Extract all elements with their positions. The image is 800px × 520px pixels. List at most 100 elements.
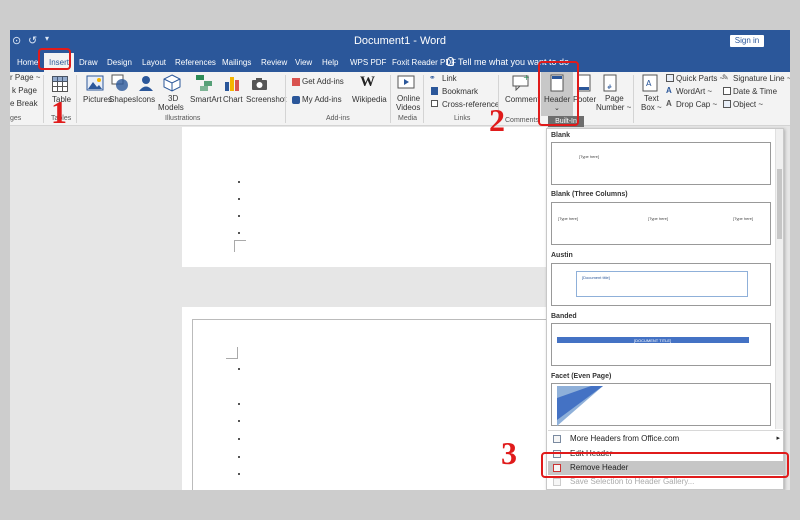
- gallery-item-facet-even-page[interactable]: [551, 383, 771, 426]
- chart-label: Chart: [223, 95, 243, 104]
- thumb-placeholder: [Type here]: [733, 216, 754, 221]
- store-icon: [292, 78, 300, 86]
- header-boundary: [192, 319, 547, 490]
- page-label-line1: Page: [605, 94, 624, 103]
- text-box-icon: A: [642, 74, 658, 92]
- page-label-line2: Number ~: [596, 103, 632, 112]
- cube-icon: [163, 74, 181, 92]
- page-2[interactable]: [182, 307, 547, 490]
- paragraph-mark: [238, 456, 240, 458]
- footer-page-icon: [577, 74, 591, 92]
- table-icon: [52, 76, 68, 92]
- pictures-icon: [86, 75, 104, 91]
- svg-text:+: +: [523, 73, 530, 82]
- gallery-item-title: Facet (Even Page): [551, 373, 612, 380]
- screenshot-label: Screenshot: [246, 95, 287, 104]
- bookmark-label: Bookmark: [442, 87, 479, 96]
- gallery-item-blank[interactable]: [Type here]: [551, 142, 771, 185]
- cover-page-button[interactable]: r Page ~: [10, 73, 40, 82]
- tab-references[interactable]: References: [175, 53, 216, 72]
- blank-page-button[interactable]: k Page: [12, 86, 37, 95]
- office-web-icon: [553, 435, 561, 443]
- margin-corner: [234, 240, 246, 252]
- 3d-models-label-line2: Models: [158, 103, 184, 112]
- my-addins-label: My Add-ins: [302, 95, 342, 104]
- gallery-item-austin[interactable]: [Document title]: [551, 263, 771, 306]
- tab-mailings[interactable]: Mailings: [222, 53, 251, 72]
- signature-icon: ✎: [722, 73, 729, 82]
- group-separator: [423, 75, 424, 123]
- gallery-scrollbar[interactable]: [775, 129, 783, 429]
- online-label: Online: [397, 94, 421, 103]
- tab-draw[interactable]: Draw: [79, 53, 98, 72]
- paragraph-mark: [238, 473, 240, 475]
- save-selection-icon: [553, 478, 561, 486]
- signature-line-label: Signature Line ~: [733, 74, 790, 83]
- page-break-button[interactable]: e Break: [10, 99, 38, 108]
- pages-group-label: ges: [10, 115, 22, 122]
- chart-icon: [225, 77, 239, 91]
- videos-label: Videos: [396, 103, 421, 112]
- paragraph-mark: [238, 420, 240, 422]
- tab-home[interactable]: Home: [17, 53, 38, 72]
- page-1[interactable]: [182, 127, 547, 267]
- illustrations-group-label: Illustrations: [165, 115, 201, 122]
- tab-view[interactable]: View: [295, 53, 312, 72]
- gallery-item-title: Blank: [551, 132, 571, 139]
- tab-design[interactable]: Design: [107, 53, 132, 72]
- tab-layout[interactable]: Layout: [142, 53, 166, 72]
- drop-cap-icon: A: [666, 99, 672, 108]
- scrollbar-thumb[interactable]: [777, 169, 782, 239]
- date-time-label: Date & Time: [733, 87, 778, 96]
- ribbon-tab-bar: Home Insert Draw Design Layout Reference…: [10, 53, 790, 72]
- wordart-icon: A: [666, 86, 672, 95]
- title-bar: ⊙ ↺ ▾ Document1 - Word Sign in: [10, 30, 790, 53]
- text-box-label-line2: Box ~: [641, 103, 662, 112]
- more-headers-menu-item[interactable]: More Headers from Office.com ▸: [548, 432, 784, 446]
- annotation-step-1: 1: [51, 94, 67, 130]
- media-group-label: Media: [398, 115, 418, 122]
- gallery-item-blank-three-columns[interactable]: [Type here] [Type here] [Type here]: [551, 202, 771, 245]
- tab-review[interactable]: Review: [261, 53, 287, 72]
- sign-in-button[interactable]: Sign in: [730, 35, 764, 47]
- wikipedia-label: Wikipedia: [352, 95, 387, 104]
- link-label: Link: [442, 74, 457, 83]
- menu-divider: [548, 430, 784, 431]
- tab-help[interactable]: Help: [322, 53, 338, 72]
- thumb-placeholder: [Type here]: [648, 216, 669, 221]
- facet-shape: [557, 386, 603, 426]
- group-separator: [633, 75, 634, 123]
- group-separator: [76, 75, 77, 123]
- thumb-placeholder: [Type here]: [558, 216, 579, 221]
- video-icon: [397, 75, 415, 89]
- drop-cap-label: Drop Cap ~: [676, 100, 718, 109]
- document-title: Document1 - Word: [353, 35, 447, 47]
- camera-icon: [252, 78, 267, 90]
- comments-group-label: Comments: [505, 117, 539, 124]
- gallery-item-banded[interactable]: [DOCUMENT TITLE]: [551, 323, 771, 366]
- annotation-box-remove-header: [541, 452, 789, 478]
- wikipedia-icon: W: [360, 74, 375, 90]
- object-label: Object ~: [733, 100, 764, 109]
- calendar-icon: [723, 87, 731, 95]
- shapes-icon: [111, 74, 128, 91]
- tab-wps-pdf[interactable]: WPS PDF: [350, 53, 386, 72]
- wordart-label: WordArt ~: [676, 87, 713, 96]
- icons-icon: [139, 76, 153, 91]
- get-addins-label: Get Add-ins: [302, 77, 344, 86]
- quick-parts-icon: [666, 74, 674, 82]
- paragraph-mark: [238, 215, 240, 217]
- gallery-item-title: Banded: [551, 313, 577, 320]
- word-window: ⊙ ↺ ▾ Document1 - Word Sign in Home Inse…: [10, 30, 790, 490]
- links-group-label: Links: [454, 115, 471, 122]
- smartart-label: SmartArt: [190, 95, 222, 104]
- comment-icon: +: [512, 73, 530, 91]
- thumb-placeholder: [Document title]: [582, 275, 610, 280]
- svg-text:A: A: [646, 79, 652, 88]
- shapes-label: Shapes: [109, 95, 137, 104]
- gallery-item-title: Blank (Three Columns): [551, 191, 628, 198]
- annotation-box-header-button: [538, 61, 579, 126]
- addins-icon: [292, 96, 300, 104]
- pictures-label: Pictures: [83, 95, 112, 104]
- link-icon: ⚭: [429, 73, 436, 82]
